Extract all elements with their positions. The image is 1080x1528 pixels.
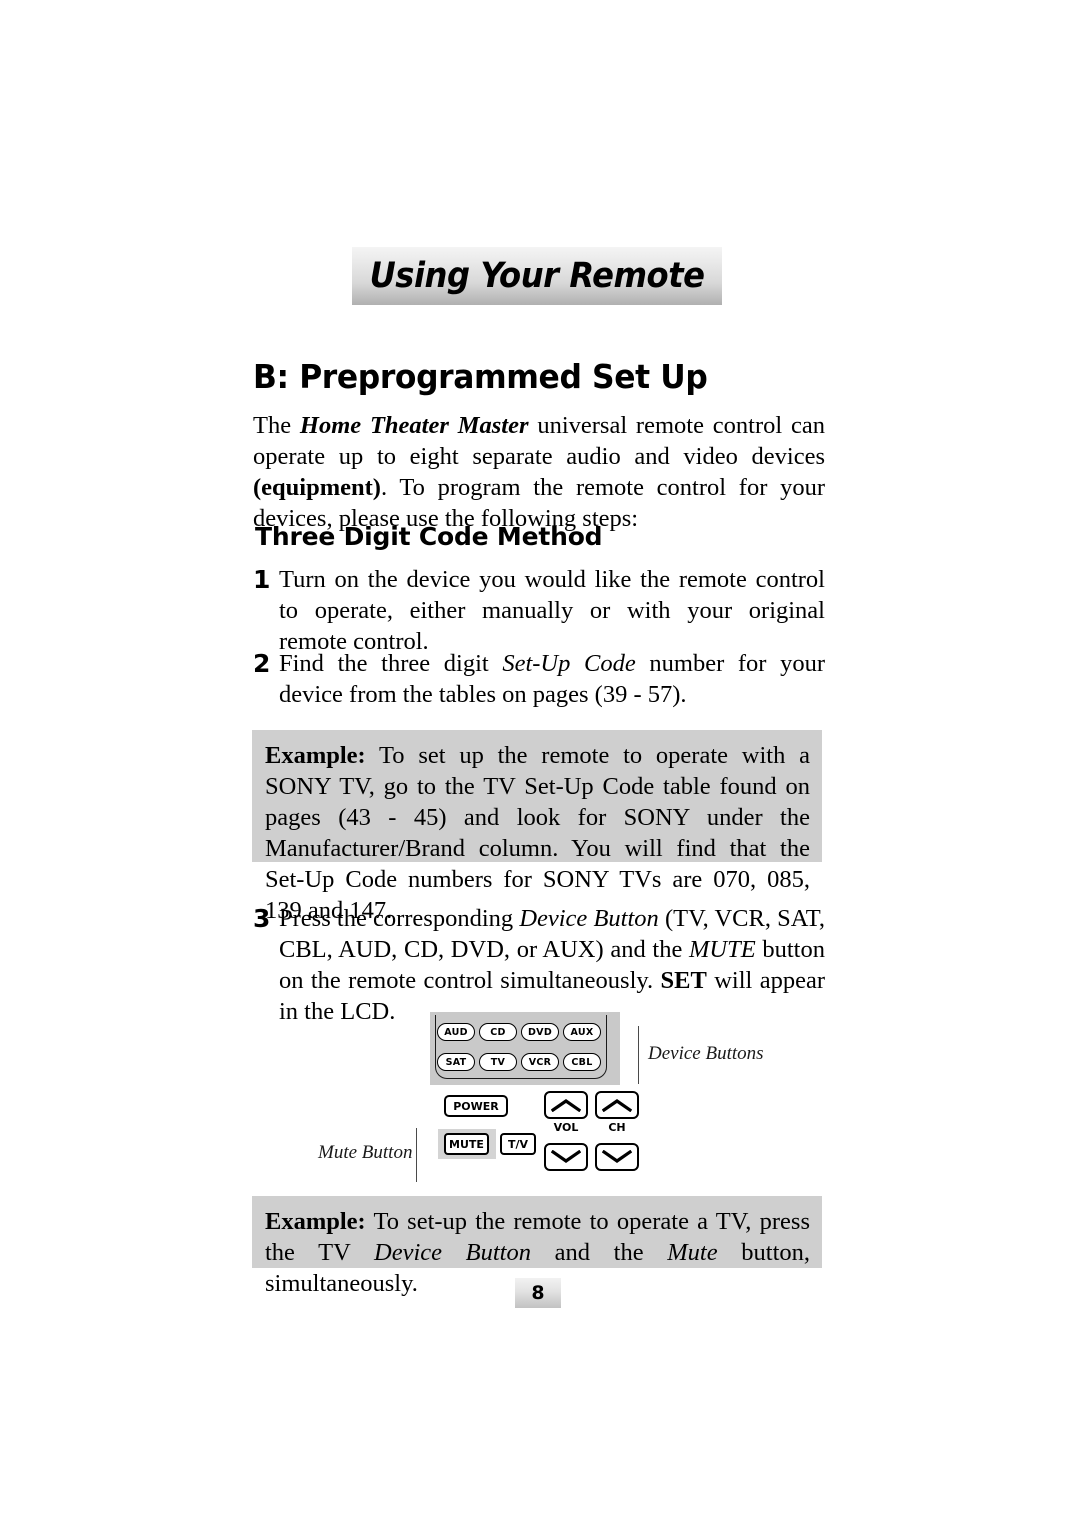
chapter-banner: Using Your Remote bbox=[352, 247, 722, 305]
device-button-vcr[interactable]: VCR bbox=[521, 1053, 559, 1071]
section-heading: B: Preprogrammed Set Up bbox=[253, 357, 708, 396]
volume-label: VOL bbox=[553, 1121, 579, 1134]
device-button-sat[interactable]: SAT bbox=[437, 1053, 475, 1071]
page-number-badge: 8 bbox=[515, 1278, 561, 1308]
chapter-banner-title: Using Your Remote bbox=[369, 256, 705, 296]
step-item: 1 Turn on the device you would like the … bbox=[253, 564, 825, 657]
device-button-cbl[interactable]: CBL bbox=[563, 1053, 601, 1071]
device-button-aux[interactable]: AUX bbox=[563, 1023, 601, 1041]
step-text: Press the corresponding Device Button (T… bbox=[279, 903, 825, 1027]
step3-prefix: Press the corresponding bbox=[279, 905, 520, 932]
callout-label-mute: Mute Button bbox=[318, 1142, 413, 1163]
example2-device-term: Device Button bbox=[374, 1239, 531, 1266]
step-item: 3 Press the corresponding Device Button … bbox=[253, 903, 825, 1027]
intro-prefix: The bbox=[253, 412, 300, 439]
volume-up-button[interactable] bbox=[544, 1091, 588, 1119]
mute-button[interactable]: MUTE bbox=[444, 1133, 489, 1155]
example-label: Example: bbox=[265, 742, 366, 769]
step-number: 2 bbox=[253, 649, 271, 678]
channel-label: CH bbox=[608, 1121, 626, 1134]
step-number: 1 bbox=[253, 565, 271, 594]
example-label: Example: bbox=[265, 1208, 366, 1235]
chevron-up-icon bbox=[551, 1099, 581, 1112]
power-button[interactable]: POWER bbox=[444, 1095, 508, 1117]
remote-control-diagram: Mute Button Device Buttons AUD CD DVD AU… bbox=[300, 1010, 800, 1185]
step-text: Find the three digit Set-Up Code number … bbox=[279, 648, 825, 710]
mute-leader-line bbox=[416, 1128, 418, 1182]
chevron-up-icon bbox=[602, 1099, 632, 1112]
example2-middle: and the bbox=[531, 1239, 668, 1266]
example-body: To set up the remote to operate with a S… bbox=[265, 742, 810, 924]
example-text: Example: To set up the remote to operate… bbox=[265, 740, 810, 926]
step3-set-term: SET bbox=[660, 967, 707, 994]
callout-label-device-buttons: Device Buttons bbox=[648, 1043, 764, 1064]
intro-paragraph: The Home Theater Master universal remote… bbox=[253, 410, 825, 534]
step-item: 2 Find the three digit Set-Up Code numbe… bbox=[253, 648, 825, 710]
document-page: Using Your Remote B: Preprogrammed Set U… bbox=[0, 0, 1080, 1528]
step-number: 3 bbox=[253, 904, 271, 933]
device-button-row-1: AUD CD DVD AUX bbox=[437, 1023, 613, 1041]
intro-product-name: Home Theater Master bbox=[299, 412, 529, 439]
channel-up-button[interactable] bbox=[595, 1091, 639, 1119]
step-text: Turn on the device you would like the re… bbox=[279, 566, 825, 655]
chevron-down-icon bbox=[551, 1150, 581, 1163]
device-button-dvd[interactable]: DVD bbox=[521, 1023, 559, 1041]
remote-unit: AUD CD DVD AUX SAT TV VCR CBL POWER MUTE… bbox=[430, 1012, 639, 1182]
tv-video-toggle-button[interactable]: T/V bbox=[500, 1133, 536, 1155]
chevron-down-icon bbox=[602, 1150, 632, 1163]
volume-rocker: VOL bbox=[544, 1091, 588, 1177]
device-button-tv[interactable]: TV bbox=[479, 1053, 517, 1071]
step3-italic-term: Device Button bbox=[519, 905, 659, 932]
device-button-row-2: SAT TV VCR CBL bbox=[437, 1053, 613, 1071]
remote-lower-controls: POWER MUTE T/V VOL CH bbox=[430, 1087, 639, 1182]
device-leader-line bbox=[638, 1026, 640, 1084]
step2-italic-term: Set-Up Code bbox=[502, 650, 636, 677]
example-callout-box: Example: To set up the remote to operate… bbox=[252, 730, 822, 924]
device-button-cd[interactable]: CD bbox=[479, 1023, 517, 1041]
example2-mute-term: Mute bbox=[667, 1239, 718, 1266]
subsection-heading: Three Digit Code Method bbox=[255, 522, 603, 551]
step2-prefix: Find the three digit bbox=[279, 650, 503, 677]
channel-rocker: CH bbox=[595, 1091, 639, 1177]
step3-mute-term: MUTE bbox=[689, 936, 756, 963]
intro-bold-term: (equipment) bbox=[253, 474, 381, 501]
channel-down-button[interactable] bbox=[595, 1143, 639, 1171]
volume-down-button[interactable] bbox=[544, 1143, 588, 1171]
device-button-aud[interactable]: AUD bbox=[437, 1023, 475, 1041]
page-number: 8 bbox=[531, 1282, 545, 1304]
device-button-panel: AUD CD DVD AUX SAT TV VCR CBL bbox=[430, 1012, 620, 1085]
example-callout-box: Example: To set-up the remote to operate… bbox=[252, 1196, 822, 1297]
